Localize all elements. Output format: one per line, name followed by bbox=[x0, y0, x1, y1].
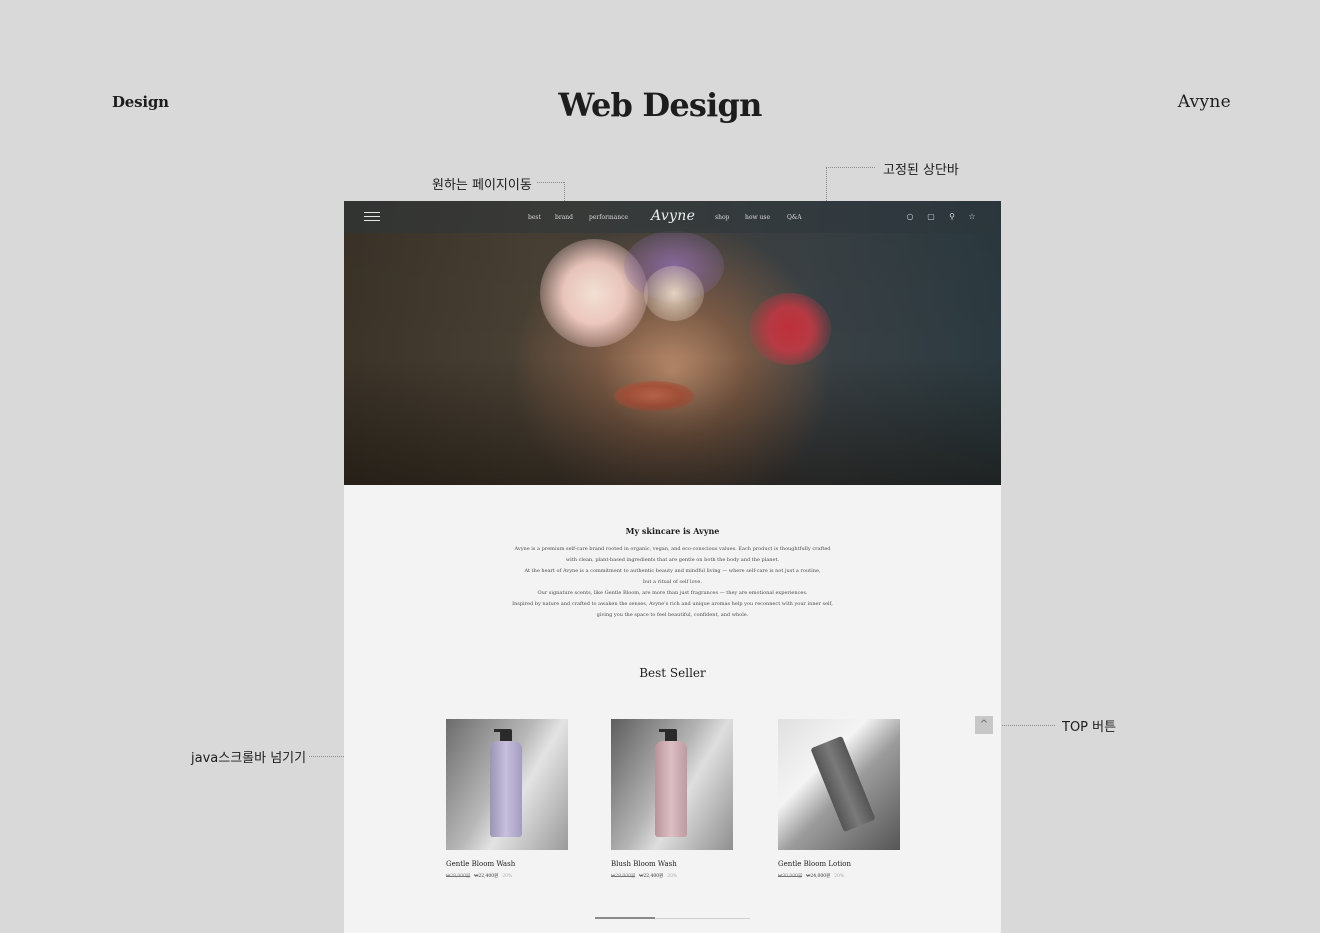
intro-line: giving you the space to feel beautiful, … bbox=[596, 612, 749, 618]
old-price: ₩28,000원 bbox=[446, 874, 471, 879]
annotation-fixed-bar: 고정된 상단바 bbox=[883, 163, 959, 178]
annotation-page-move: 원하는 페이지이동 bbox=[432, 178, 532, 193]
star-icon[interactable]: ☆ bbox=[967, 212, 977, 222]
discount-rate: 20% bbox=[502, 874, 513, 879]
product-price: ₩28,000원 ₩22,400원 20% bbox=[446, 873, 568, 879]
nav-item-best[interactable]: best bbox=[528, 214, 541, 221]
old-price: ₩28,000원 bbox=[611, 874, 636, 879]
annotation-line bbox=[537, 182, 564, 183]
nav-item-shop[interactable]: shop bbox=[715, 214, 729, 221]
product-card[interactable]: Blush Bloom Wash ₩28,000원 ₩22,400원 20% bbox=[611, 719, 733, 879]
slider-scroll-thumb[interactable] bbox=[595, 917, 655, 919]
annotation-line bbox=[993, 725, 1055, 726]
top-button[interactable]: ^ bbox=[975, 716, 993, 734]
nav-item-how-use[interactable]: how use bbox=[745, 214, 770, 221]
sale-price: ₩24,000원 bbox=[806, 874, 831, 879]
fixed-top-bar: best brand performance Avyne shop how us… bbox=[344, 201, 1001, 233]
sale-price: ₩22,400원 bbox=[639, 874, 664, 879]
product-image[interactable] bbox=[778, 719, 900, 850]
intro-line: Inspired by nature and crafted to awaken… bbox=[512, 601, 833, 607]
hero-shade bbox=[344, 201, 1001, 485]
hero-image bbox=[344, 201, 1001, 485]
product-image[interactable] bbox=[611, 719, 733, 850]
intro-line: At the heart of Avyne is a commitment to… bbox=[524, 568, 821, 574]
corner-label-right: Avyne bbox=[1177, 92, 1231, 112]
lotion-tube bbox=[810, 735, 876, 833]
intro-line: with clean, plant-based ingredients that… bbox=[565, 557, 780, 563]
intro-title: My skincare is Avyne bbox=[625, 526, 720, 536]
product-image[interactable] bbox=[446, 719, 568, 850]
best-seller-title: Best Seller bbox=[639, 666, 706, 680]
product-name[interactable]: Gentle Bloom Lotion bbox=[778, 860, 900, 868]
user-icon[interactable]: ○ bbox=[905, 212, 915, 222]
bottle bbox=[655, 741, 687, 837]
nav-item-qna[interactable]: Q&A bbox=[787, 214, 802, 221]
intro-line: Our signature scents, like Gentle Bloom,… bbox=[537, 590, 808, 596]
annotation-line bbox=[826, 167, 875, 168]
product-name[interactable]: Gentle Bloom Wash bbox=[446, 860, 568, 868]
search-icon[interactable]: ⚲ bbox=[947, 212, 957, 222]
old-price: ₩30,000원 bbox=[778, 874, 803, 879]
intro-text: Avyne is a premium self-care brand roote… bbox=[344, 544, 1001, 621]
annotation-top-button: TOP 버튼 bbox=[1062, 720, 1117, 735]
intro-line: Avyne is a premium self-care brand roote… bbox=[514, 546, 831, 552]
bottle bbox=[490, 741, 522, 837]
discount-rate: 20% bbox=[834, 874, 845, 879]
page-title: Web Design bbox=[558, 86, 762, 124]
brand-logo[interactable]: Avyne bbox=[651, 208, 695, 224]
website-mockup: best brand performance Avyne shop how us… bbox=[344, 201, 1001, 933]
intro-line: but a ritual of self love. bbox=[643, 579, 702, 585]
product-price: ₩30,000원 ₩24,000원 20% bbox=[778, 873, 900, 879]
product-card[interactable]: Gentle Bloom Wash ₩28,000원 ₩22,400원 20% bbox=[446, 719, 568, 879]
discount-rate: 20% bbox=[667, 874, 678, 879]
sale-price: ₩22,400원 bbox=[474, 874, 499, 879]
nav-item-brand[interactable]: brand bbox=[555, 214, 573, 221]
nav-item-performance[interactable]: performance bbox=[589, 214, 628, 221]
cart-icon[interactable]: ▢ bbox=[926, 212, 936, 222]
annotation-scroll-slider: java스크롤바 넘기기 bbox=[191, 751, 307, 766]
menu-icon[interactable] bbox=[364, 212, 380, 222]
product-card[interactable]: Gentle Bloom Lotion ₩30,000원 ₩24,000원 20% bbox=[778, 719, 900, 879]
product-name[interactable]: Blush Bloom Wash bbox=[611, 860, 733, 868]
product-price: ₩28,000원 ₩22,400원 20% bbox=[611, 873, 733, 879]
